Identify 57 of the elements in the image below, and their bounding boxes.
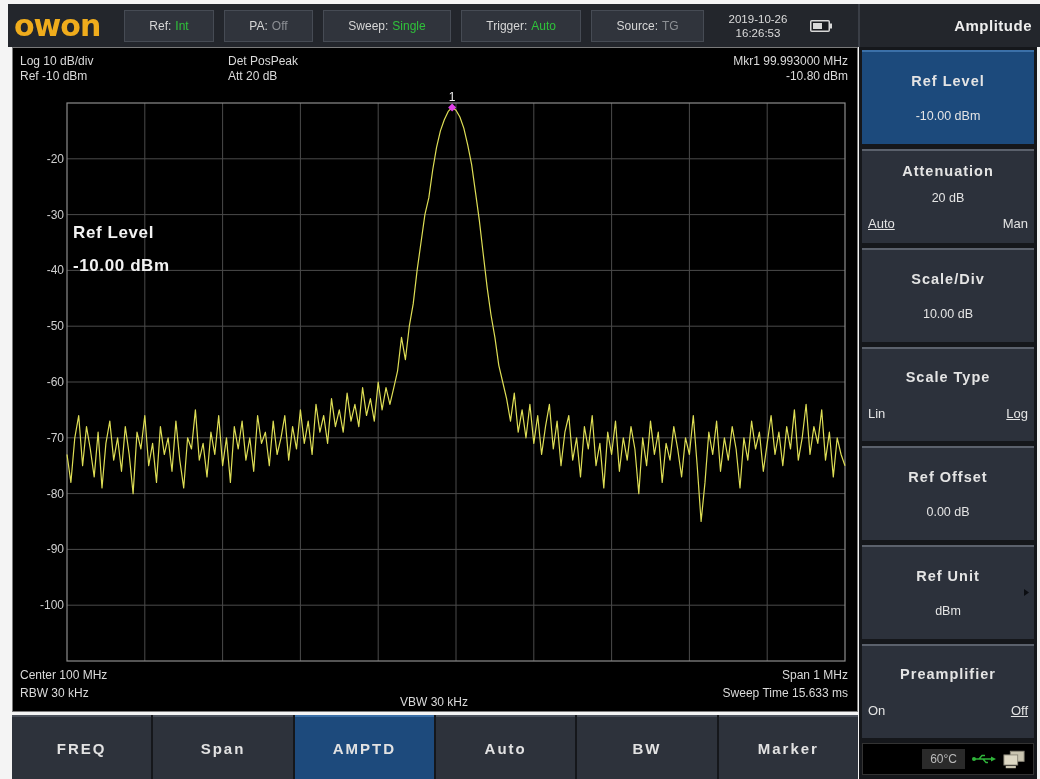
softkey-button[interactable]: Ref Unit dBm	[862, 545, 1034, 639]
menu-tab[interactable]: Auto	[436, 715, 576, 779]
readout-text: VBW 30 kHz	[400, 694, 468, 711]
option-text: Auto	[868, 216, 895, 232]
status-label: Sweep:	[348, 18, 389, 33]
menu-tab[interactable]: FREQ	[12, 715, 152, 779]
softkey-button[interactable]: Scale/Div 10.00 dB	[862, 248, 1034, 342]
usb-icon	[972, 754, 996, 764]
readout-text: Span 1 MHz	[781, 667, 848, 684]
option-text: Man	[1002, 216, 1028, 232]
readout-text: Sweep Time 15.633 ms	[722, 685, 848, 702]
status-label: Ref:	[149, 18, 172, 33]
axis-tick-label: -40	[46, 263, 64, 278]
readout-text: RBW 30 kHz	[20, 685, 90, 702]
status-value: Off	[271, 18, 288, 33]
axis-tick-label: -80	[46, 486, 64, 501]
axis-tick-label: -60	[46, 375, 64, 389]
softkey-button[interactable]: Attenuation 20 dB Auto Man	[862, 149, 1034, 243]
status-value: Single	[392, 18, 426, 33]
status-value: TG	[661, 18, 679, 33]
softkey-button[interactable]: Ref Level -10.00 dBm	[862, 50, 1034, 144]
axis-tick-label: -20	[46, 151, 64, 166]
axis-tick-label: -70	[46, 430, 64, 445]
readout-text: Log 10 dB/div	[20, 54, 95, 69]
readout-text: Center 100 MHz	[20, 667, 109, 684]
menu-tab[interactable]: Marker	[718, 715, 858, 779]
time-text: 16:26:53	[735, 25, 781, 40]
axis-tick-label: -30	[46, 207, 64, 222]
date-text: 2019-10-26	[728, 11, 788, 26]
marker-readout: Mkr1 99.993000 MHz	[733, 54, 848, 69]
option-text: On	[868, 702, 886, 718]
readout-text: Att 20 dB	[228, 69, 279, 84]
menu-tab[interactable]: AMPTD	[294, 715, 434, 779]
menu-tab[interactable]: Span	[153, 715, 293, 779]
status-label: Trigger:	[486, 18, 528, 33]
axis-tick-label: -100	[39, 598, 64, 613]
option-text: Lin	[868, 405, 886, 421]
readout-text: Ref -10 dBm	[20, 69, 89, 84]
status-value: Int	[175, 18, 189, 33]
battery-icon	[810, 19, 832, 32]
softkey-button[interactable]: Preamplifier On Off	[862, 644, 1034, 738]
marker-label: 1	[448, 90, 456, 105]
menu-tab[interactable]: BW	[577, 715, 717, 779]
status-value: Auto	[531, 18, 556, 33]
computer-icon	[1003, 749, 1025, 769]
option-text: Log	[1006, 405, 1028, 421]
status-label: PA:	[249, 18, 268, 33]
softkey-button[interactable]: Scale Type Lin Log	[862, 347, 1034, 441]
marker-readout: -10.80 dBm	[785, 69, 848, 84]
option-text: Off	[1010, 702, 1028, 718]
axis-tick-label: -90	[46, 542, 64, 557]
brand-logo: owon	[13, 8, 102, 43]
status-label: Source:	[616, 18, 658, 33]
readout-text: Det PosPeak	[228, 54, 300, 69]
axis-tick-label: -50	[46, 319, 64, 334]
softkey-button[interactable]: Ref Offset 0.00 dB	[862, 446, 1034, 540]
temperature-text: 60°C	[922, 749, 965, 769]
